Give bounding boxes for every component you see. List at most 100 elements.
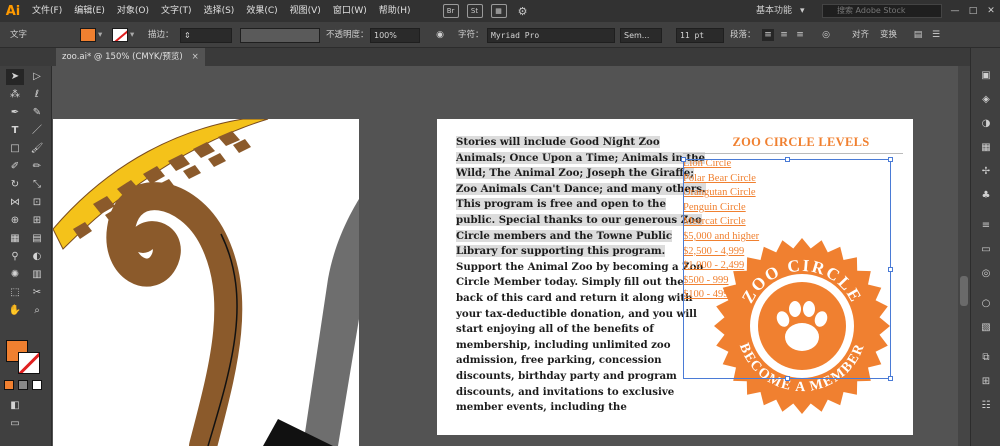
color-mode-button[interactable] [4,380,14,390]
resize-handle[interactable] [785,157,790,162]
variable-width-profile[interactable] [240,28,320,43]
canvas-area[interactable]: Stories will include Good Night Zoo Anim… [53,66,970,446]
chevron-down-icon[interactable]: ▾ [130,22,134,48]
symbol-sprayer-tool[interactable]: ✺ [6,267,24,283]
chevron-down-icon[interactable]: ▾ [800,0,805,22]
eyedropper-tool[interactable]: ⚲ [6,249,24,265]
document-tab[interactable]: zoo.ai* @ 150% (CMYK/预览) × [56,48,205,66]
graph-tool[interactable]: ▥ [28,267,46,283]
stock-search-input[interactable]: 搜索 Adobe Stock [822,4,942,18]
shape-builder-tool[interactable]: ⊕ [6,213,24,229]
level-item[interactable]: Polar Bear Circle [683,172,759,187]
levels-heading[interactable]: ZOO CIRCLE LEVELS [714,135,888,150]
character-label[interactable]: 字符： [458,22,484,48]
level-item[interactable]: Penguin Circle [683,201,759,216]
membership-text[interactable]: Support the Animal Zoo by becoming a Zoo… [456,261,703,413]
scale-tool[interactable]: ⤡ [28,177,46,193]
level-item[interactable]: Lion Circle [683,157,759,172]
shaper-tool[interactable]: ✐ [6,159,24,175]
gpu-performance-icon[interactable]: ⚙ [515,4,531,18]
stroke-color-box[interactable] [18,352,40,374]
level-item[interactable]: Orangutan Circle [683,186,759,201]
menu-file[interactable]: 文件(F) [26,0,68,22]
resize-handle[interactable] [888,157,893,162]
zoom-tool[interactable]: ⌕ [28,303,46,319]
font-style-select[interactable]: Sem... [620,28,662,43]
isolate-icon[interactable]: ▤ [912,29,924,41]
magic-wand-tool[interactable]: ⁂ [6,87,24,103]
vertical-scrollbar[interactable] [958,66,970,446]
menu-view[interactable]: 视图(V) [284,0,327,22]
bridge-icon[interactable]: Br [442,4,459,18]
pen-tool[interactable]: ✒ [6,105,24,121]
artboards-icon[interactable]: ⧉ [978,350,994,366]
rectangle-tool[interactable]: □ [6,141,24,157]
stroke-label[interactable]: 描边： [148,22,174,48]
gradient-tool[interactable]: ▤ [28,231,46,247]
panel-menu-icon[interactable]: ☰ [930,29,942,41]
properties-icon[interactable]: ▣ [978,68,994,84]
transparency-icon[interactable]: ◎ [978,266,994,282]
maximize-icon[interactable]: □ [964,0,982,22]
close-icon[interactable]: × [192,48,199,66]
asset-export-icon[interactable]: ⊞ [978,374,994,390]
recolor-icon[interactable]: ◉ [434,29,446,41]
close-icon[interactable]: ✕ [982,0,1000,22]
none-mode-button[interactable] [32,380,42,390]
transform-panel-link[interactable]: 变换 [880,22,897,48]
appearance-icon[interactable]: ○ [978,296,994,312]
lasso-tool[interactable]: ℓ [28,87,46,103]
pencil-tool[interactable]: ✏ [28,159,46,175]
hand-tool[interactable]: ✋ [6,303,24,319]
mesh-tool[interactable]: ▦ [6,231,24,247]
menu-window[interactable]: 窗口(W) [327,0,373,22]
perspective-tool[interactable]: ⊞ [28,213,46,229]
width-tool[interactable]: ⋈ [6,195,24,211]
stroke-weight-input[interactable]: ⇕ [180,28,232,43]
stroke-icon[interactable]: ≡ [978,218,994,234]
globe-icon[interactable]: ◎ [820,29,832,41]
chevron-down-icon[interactable]: ▾ [98,22,102,48]
brushes-icon[interactable]: ✢ [978,164,994,180]
menu-object[interactable]: 对象(O) [111,0,155,22]
slice-tool[interactable]: ✂ [28,285,46,301]
stroke-swatch[interactable] [112,28,128,42]
libraries-icon[interactable]: ☷ [978,398,994,414]
screen-mode-icon[interactable]: ▭ [6,416,24,432]
align-panel-link[interactable]: 对齐 [852,22,869,48]
color-icon[interactable]: ◑ [978,116,994,132]
draw-mode-icon[interactable]: ◧ [6,398,24,414]
stock-icon[interactable]: St [466,4,483,18]
membership-seal[interactable]: ZOO CIRCLE BECOME A MEMBER [713,237,891,415]
opacity-input[interactable]: 100% [370,28,420,43]
arrange-grid-icon[interactable]: ▦ [490,4,507,18]
paragraph-label[interactable]: 段落： [730,22,756,48]
align-left-icon[interactable]: ≡ [762,29,774,41]
opacity-label[interactable]: 不透明度： [326,22,369,48]
paintbrush-tool[interactable]: 🖌 [28,141,46,157]
selection-tool[interactable]: ➤ [6,69,24,85]
menu-select[interactable]: 选择(S) [198,0,241,22]
swatches-icon[interactable]: ▦ [978,140,994,156]
scrollbar-thumb[interactable] [960,276,968,306]
fill-swatch[interactable] [80,28,96,42]
level-item[interactable]: Meercat Circle [683,215,759,230]
minimize-icon[interactable]: — [946,0,964,22]
align-right-icon[interactable]: ≡ [794,29,806,41]
gradient-icon[interactable]: ▭ [978,242,994,258]
free-transform-tool[interactable]: ⊡ [28,195,46,211]
direct-selection-tool[interactable]: ▷ [28,69,46,85]
flyer-body-text[interactable]: Stories will include Good Night Zoo Anim… [456,135,706,416]
align-center-icon[interactable]: ≡ [778,29,790,41]
font-size-input[interactable]: 11 pt [676,28,724,43]
artboard-flyer[interactable]: Stories will include Good Night Zoo Anim… [437,119,913,435]
menu-type[interactable]: 文字(T) [155,0,198,22]
blend-tool[interactable]: ◐ [28,249,46,265]
selected-text[interactable]: Stories will include Good Night Zoo Anim… [456,136,706,258]
gradient-mode-button[interactable] [18,380,28,390]
symbols-icon[interactable]: ♣ [978,188,994,204]
menu-help[interactable]: 帮助(H) [373,0,417,22]
rotate-tool[interactable]: ↻ [6,177,24,193]
line-tool[interactable]: ／ [28,123,46,139]
menu-edit[interactable]: 编辑(E) [68,0,111,22]
